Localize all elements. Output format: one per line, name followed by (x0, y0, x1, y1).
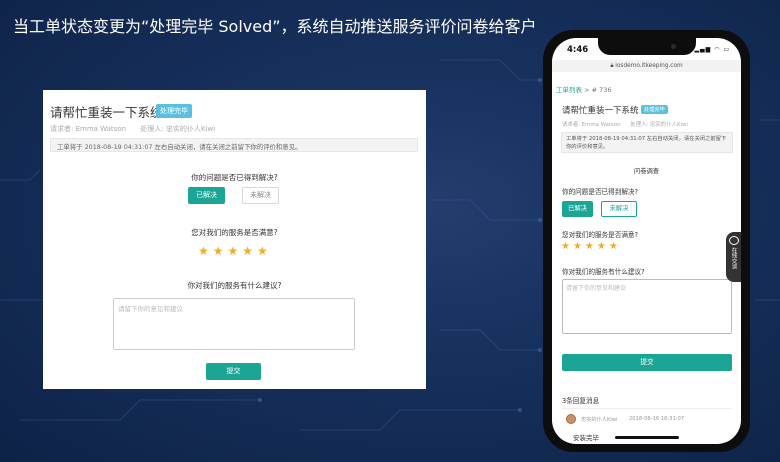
mobile-ticket-title: 请帮忙重装一下系统 (562, 106, 639, 116)
home-indicator (615, 436, 679, 439)
mobile-unsolved-button[interactable]: 未解决 (601, 201, 637, 217)
status-badge: 处理完毕 (156, 104, 192, 118)
url-bar[interactable]: 🔒︎ iosdemo.itkeeping.com (552, 60, 741, 72)
requester-label: 请求者: (50, 125, 74, 133)
replies-heading: 3条回复消息 (562, 397, 600, 405)
url-text: iosdemo.itkeeping.com (615, 63, 683, 69)
reply-author: 忠实的仆人Kiwi (581, 417, 618, 423)
mobile-ticket-meta: 请求者: Emma Watson 处理人: 忠实的仆人Kiwi (562, 120, 688, 128)
requester-name: Emma Watson (75, 125, 127, 133)
mobile-status-badge: 处理完毕 (641, 105, 668, 114)
chat-bubble-icon (728, 236, 739, 245)
star-rating[interactable]: ★★★★★ (198, 244, 272, 258)
camera-icon (671, 44, 676, 49)
mobile-handler-name: 忠实的仆人Kiwi (650, 122, 688, 128)
survey-heading: 问卷调查 (633, 168, 660, 175)
handler-label: 处理人: (140, 125, 164, 133)
mobile-requester-name: Emma Watson (581, 122, 621, 128)
unsolved-button[interactable]: 未解决 (242, 187, 279, 204)
question-satisfaction: 您对我们的服务是否满意? (191, 228, 278, 237)
chat-tab-label: 在线交谈 (730, 247, 737, 269)
phone-screen: 4:46 ▂▄▆ ◠ ▭ 🔒︎ iosdemo.itkeeping.com 工单… (552, 38, 741, 444)
reply-body: 安装完毕 (573, 434, 599, 442)
suggestion-textarea[interactable] (113, 298, 355, 350)
lock-icon: 🔒︎ (610, 63, 614, 69)
online-chat-tab[interactable]: 在线交谈 (726, 232, 741, 282)
replies-divider (562, 408, 732, 409)
avatar (566, 414, 576, 424)
mobile-solved-button[interactable]: 已解决 (562, 201, 593, 217)
ticket-meta: 请求者: Emma Watson 处理人: 忠实的仆人Kiwi (50, 124, 215, 134)
handler-name: 忠实的仆人Kiwi (165, 125, 216, 133)
breadcrumb-ticket-list[interactable]: 工单列表 (556, 86, 582, 94)
question-resolved: 你的问题是否已得到解决? (191, 173, 278, 182)
clock: 4:46 (567, 45, 589, 55)
breadcrumb-current: # 736 (591, 86, 612, 94)
headline: 当工单状态变更为“处理完毕 Solved”，系统自动推送服务评价问卷给客户 (13, 17, 537, 36)
mobile-auto-close-notice: 工单将于 2018-08-19 04:31:07 左右自动关闭，请在关闭之前留下… (561, 132, 733, 153)
breadcrumb: 工单列表 > # 736 (556, 84, 612, 94)
question-suggestion: 你对我们的服务有什么建议? (187, 281, 282, 290)
mobile-submit-button[interactable]: 提交 (562, 354, 732, 371)
phone-frame: 4:46 ▂▄▆ ◠ ▭ 🔒︎ iosdemo.itkeeping.com 工单… (543, 30, 750, 452)
solved-button[interactable]: 已解决 (188, 187, 225, 204)
mobile-question-suggestion: 你对我们的服务有什么建议? (562, 268, 645, 276)
mobile-question-resolved: 你的问题是否已得到解决? (562, 188, 639, 196)
mobile-question-satisfaction: 您对我们的服务是否满意? (562, 231, 639, 239)
mobile-handler-label: 处理人: (630, 122, 649, 128)
auto-close-notice: 工单将于 2018-08-19 04:31:07 左右自动关闭，请在关闭之前留下… (50, 138, 418, 152)
mobile-suggestion-textarea[interactable] (562, 279, 732, 334)
desktop-ticket-panel: 请帮忙重装一下系统 处理完毕 请求者: Emma Watson 处理人: 忠实的… (43, 90, 426, 389)
status-icons: ▂▄▆ ◠ ▭ (694, 46, 730, 53)
submit-button[interactable]: 提交 (206, 363, 261, 380)
ticket-title: 请帮忙重装一下系统 (50, 105, 163, 120)
phone-notch (598, 38, 696, 55)
mobile-requester-label: 请求者: (562, 122, 580, 128)
breadcrumb-separator: > (582, 86, 592, 94)
reply-time: 2018-08-16 16:31:07 (629, 416, 685, 422)
mobile-star-rating[interactable]: ★★★★★ (561, 241, 621, 252)
